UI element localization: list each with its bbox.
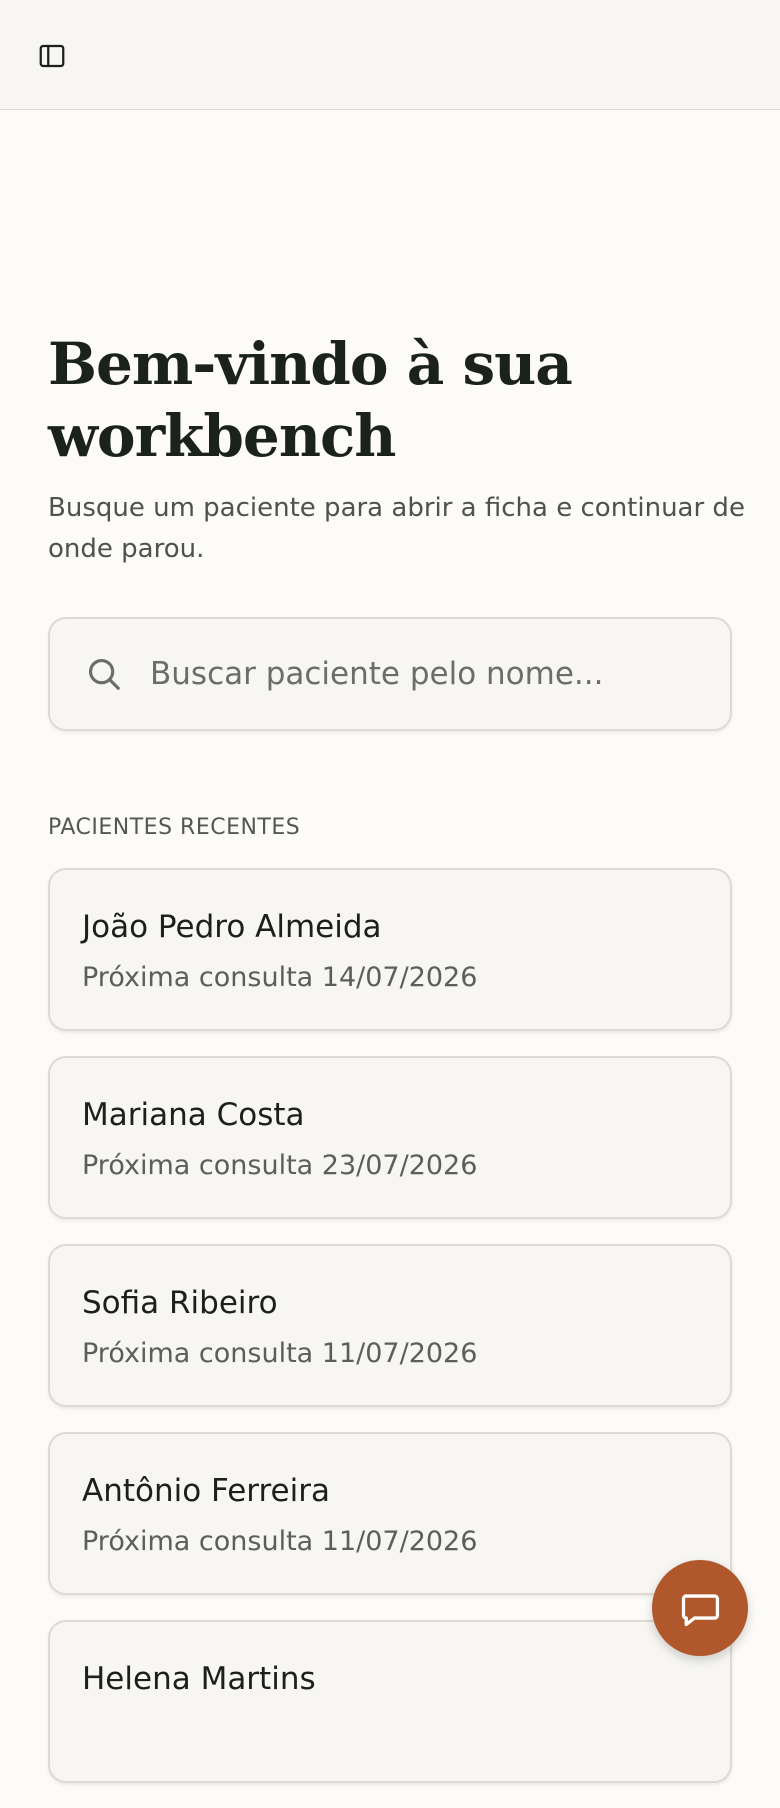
- patient-next-appointment: Próxima consulta 11/07/2026: [82, 1526, 478, 1557]
- search-icon: [84, 654, 124, 694]
- patient-card[interactable]: João Pedro Almeida Próxima consulta 14/0…: [48, 868, 732, 1031]
- patient-next-appointment: Próxima consulta 14/07/2026: [82, 962, 478, 993]
- top-bar: [0, 0, 780, 110]
- patient-card[interactable]: Mariana Costa Próxima consulta 23/07/202…: [48, 1056, 732, 1219]
- sidebar-toggle-button[interactable]: [30, 34, 74, 78]
- patient-name: João Pedro Almeida: [82, 909, 382, 945]
- sidebar-toggle-icon: [39, 44, 65, 68]
- chat-button[interactable]: [652, 1560, 748, 1656]
- patient-next-appointment: Próxima consulta 23/07/2026: [82, 1150, 478, 1181]
- patient-card[interactable]: Antônio Ferreira Próxima consulta 11/07/…: [48, 1432, 732, 1595]
- recent-patients-list: João Pedro Almeida Próxima consulta 14/0…: [48, 868, 732, 1808]
- patient-search-box[interactable]: [48, 617, 732, 731]
- page-subtitle: Busque um paciente para abrir a ficha e …: [48, 493, 745, 564]
- patient-card[interactable]: Helena Martins: [48, 1620, 732, 1783]
- patient-next-appointment: Próxima consulta 11/07/2026: [82, 1338, 478, 1369]
- patient-name: Sofia Ribeiro: [82, 1285, 278, 1321]
- patient-name: Helena Martins: [82, 1661, 316, 1697]
- patient-card[interactable]: Sofia Ribeiro Próxima consulta 11/07/202…: [48, 1244, 732, 1407]
- patient-name: Mariana Costa: [82, 1097, 305, 1133]
- patient-name: Antônio Ferreira: [82, 1473, 330, 1509]
- recent-patients-heading: PACIENTES RECENTES: [48, 815, 301, 840]
- page-title: Bem-vindo à sua workbench: [48, 330, 573, 470]
- chat-bubble-icon: [681, 1594, 720, 1627]
- patient-search-input[interactable]: [148, 655, 712, 693]
